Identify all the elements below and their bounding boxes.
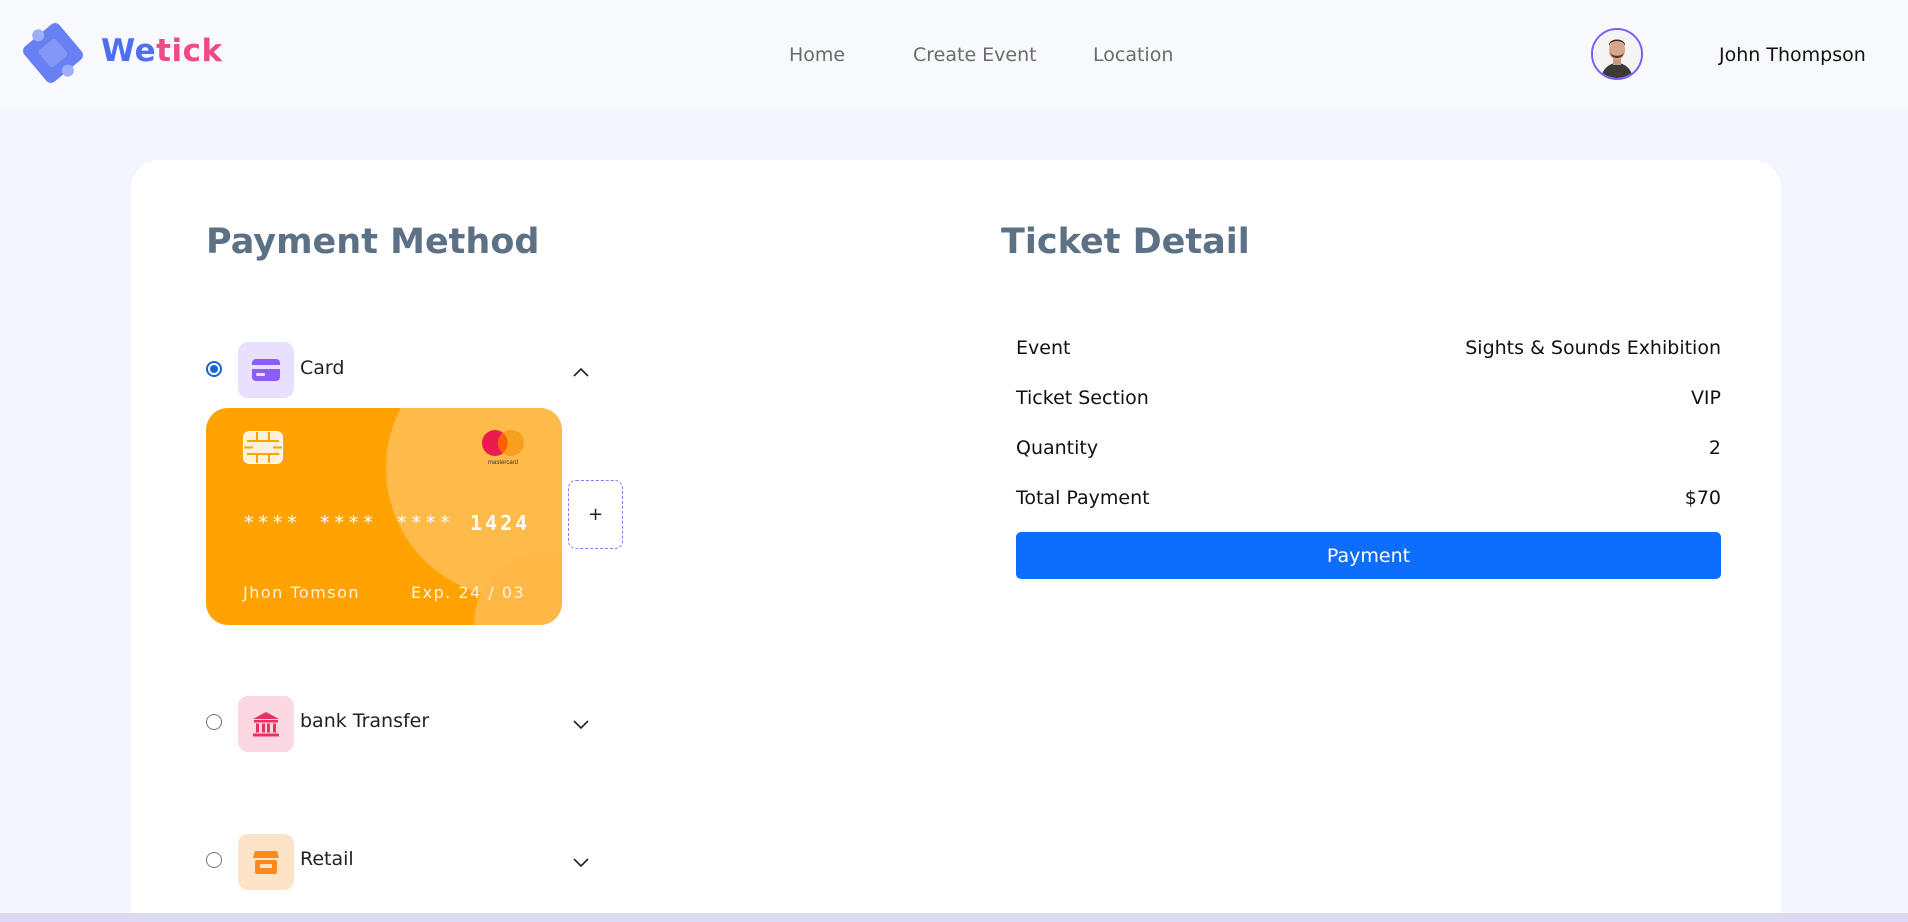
detail-label-quantity: Quantity [1016, 437, 1099, 459]
chevron-down-icon[interactable] [572, 856, 590, 868]
mastercard-logo-icon: mastercard [482, 430, 524, 466]
credit-card[interactable]: mastercard **** **** **** 1424 Jhon Toms… [206, 408, 562, 625]
card-expiry: Exp. 24 / 03 [411, 583, 526, 602]
card-number-group: **** [396, 512, 454, 534]
bank-option-icon [238, 696, 294, 752]
detail-value-quantity: 2 [1708, 437, 1721, 459]
user-portrait-icon [1593, 30, 1641, 78]
credit-card-icon [252, 359, 280, 381]
ticket-detail-title: Ticket Detail [1001, 222, 1250, 262]
wetick-logo-icon[interactable] [20, 18, 86, 88]
avatar[interactable] [1591, 28, 1643, 80]
option-label-bank-transfer[interactable]: bank Transfer [300, 710, 429, 732]
detail-value-ticket-section: VIP [1690, 387, 1721, 409]
store-icon [253, 851, 279, 874]
nav-create-event[interactable]: Create Event [913, 44, 1037, 66]
card-number-group: **** [319, 512, 377, 534]
nav-location[interactable]: Location [1093, 44, 1173, 66]
nav-home[interactable]: Home [789, 44, 845, 66]
payment-button[interactable]: Payment [1016, 532, 1721, 579]
card-network-label: mastercard [488, 460, 518, 466]
chevron-up-icon[interactable] [572, 366, 590, 378]
radio-card[interactable] [206, 361, 222, 377]
chevron-down-icon[interactable] [572, 718, 590, 730]
bottom-scroll-strip [0, 913, 1908, 922]
brand-name-part2: tick [156, 33, 223, 69]
retail-option-icon [238, 834, 294, 890]
detail-label-ticket-section: Ticket Section [1016, 387, 1149, 409]
brand-name[interactable]: Wetick [101, 33, 223, 69]
option-label-card[interactable]: Card [300, 357, 344, 379]
top-navbar: Wetick Home Create Event Location John T… [0, 0, 1908, 108]
card-chip-icon [243, 431, 283, 464]
detail-value-total-payment: $70 [1684, 487, 1721, 509]
card-number-last4: 1424 [470, 511, 531, 535]
bank-icon [253, 712, 279, 737]
user-name[interactable]: John Thompson [1719, 44, 1866, 66]
card-option-icon [238, 342, 294, 398]
radio-retail[interactable] [206, 852, 222, 868]
payment-method-title: Payment Method [206, 222, 540, 262]
add-card-button[interactable]: + [568, 480, 623, 549]
card-number-group: **** [243, 512, 301, 534]
option-label-retail[interactable]: Retail [300, 848, 354, 870]
detail-label-event: Event [1016, 337, 1071, 359]
card-holder-name: Jhon Tomson [243, 583, 361, 602]
brand-name-part1: We [101, 33, 157, 69]
radio-bank-transfer[interactable] [206, 714, 222, 730]
detail-label-total-payment: Total Payment [1016, 487, 1150, 509]
detail-value-event: Sights & Sounds Exhibition [1465, 337, 1721, 359]
